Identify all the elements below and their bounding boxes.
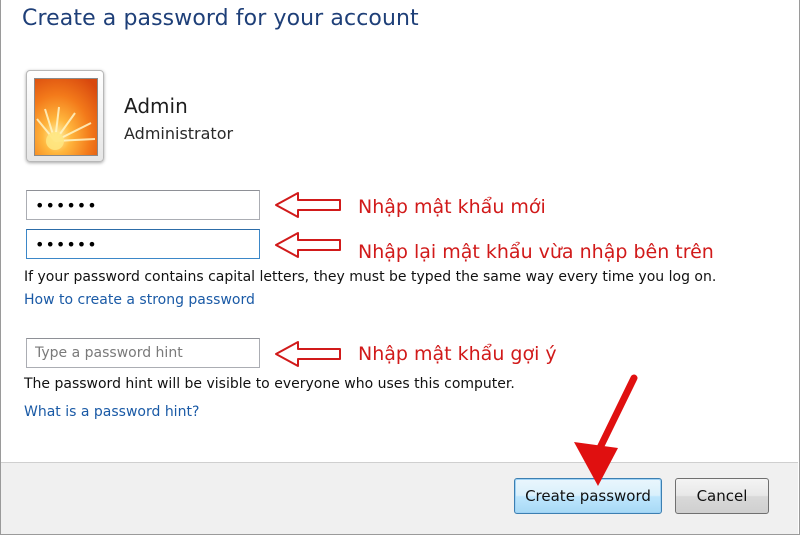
new-password-field[interactable] — [26, 190, 260, 220]
confirm-password-field[interactable] — [26, 229, 260, 259]
new-password-annotation: Nhập mật khẩu mới — [358, 196, 546, 218]
hollow-left-arrow-icon — [275, 341, 341, 367]
capital-letters-note: If your password contains capital letter… — [24, 269, 717, 285]
hollow-left-arrow-icon — [275, 192, 341, 218]
confirm-password-annotation: Nhập lại mật khẩu vừa nhập bên trên — [358, 241, 714, 263]
hint-visibility-note: The password hint will be visible to eve… — [24, 376, 515, 392]
user-name: Admin — [124, 94, 188, 118]
user-role: Administrator — [124, 124, 234, 143]
flower-avatar-icon — [34, 78, 98, 156]
dialog-frame — [0, 0, 800, 535]
cancel-button[interactable]: Cancel — [675, 478, 769, 514]
hollow-left-arrow-icon — [275, 232, 341, 258]
strong-password-link[interactable]: How to create a strong password — [24, 292, 255, 308]
hint-annotation: Nhập mật khẩu gợi ý — [358, 343, 557, 365]
dialog-title: Create a password for your account — [22, 6, 419, 31]
password-hint-link[interactable]: What is a password hint? — [24, 404, 199, 420]
red-arrow-icon — [574, 374, 638, 486]
password-hint-field[interactable] — [26, 338, 260, 368]
user-avatar — [26, 70, 104, 162]
